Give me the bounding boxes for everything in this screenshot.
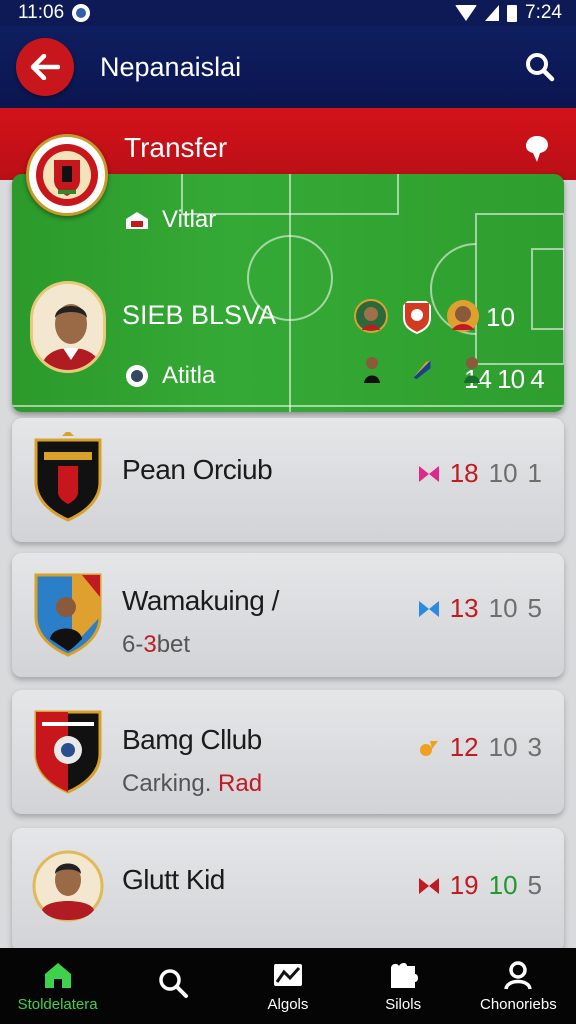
shield-crest-icon: [34, 710, 102, 794]
status-clock: 7:24: [525, 2, 562, 23]
club-card[interactable]: Wamakuing / 6-3bet 13 10 5: [12, 553, 564, 677]
club-name: Glutt Kid: [122, 864, 225, 895]
club-subtitle: 6-3bet: [122, 631, 191, 658]
arrow-left-icon: [30, 54, 60, 80]
featured-player-name: SIEB BLSVA: [122, 300, 277, 330]
stat-value: 12: [449, 732, 479, 762]
club-badge-icon: [354, 299, 388, 333]
nav-item-home[interactable]: Stoldelatera: [0, 960, 115, 1013]
search-icon: [159, 969, 188, 998]
nav-item-stats[interactable]: Algols: [230, 960, 345, 1013]
back-button[interactable]: [16, 38, 74, 96]
club-card[interactable]: Bamg Cllub Carking. Rad 12 10 3: [12, 690, 564, 814]
shield-crest-icon: [34, 573, 102, 657]
status-time: 11:06: [18, 2, 65, 23]
signal-icon: [485, 5, 500, 21]
nav-label: Stoldelatera: [17, 995, 98, 1013]
featured-team: Atitla: [162, 362, 216, 389]
profile-icon: [504, 960, 533, 990]
globe-icon: [126, 365, 148, 387]
club-badge-icon: [447, 300, 479, 332]
app-title: Nepanaislai: [100, 51, 242, 82]
stat-value: 18: [449, 458, 479, 488]
team-crest: [26, 134, 108, 216]
map-pin-icon[interactable]: [524, 134, 550, 169]
stat-value: 10: [488, 870, 518, 900]
featured-number: 10: [486, 302, 515, 332]
club-card[interactable]: Pean Orciub 18 10 1: [12, 418, 564, 542]
stat-value: 13: [449, 593, 479, 623]
player-avatar: [30, 281, 106, 373]
team-row: Atitla: [124, 362, 215, 390]
player-icon: [464, 357, 480, 383]
player-icon: [364, 357, 380, 383]
search-icon: [526, 53, 555, 82]
bowtie-icon: [418, 877, 439, 894]
venue-name: Vitlar: [162, 206, 217, 233]
status-bar: 11:06 7:24: [0, 0, 576, 26]
stat-value: 10: [488, 593, 518, 623]
nav-label: Algols: [267, 995, 309, 1013]
club-stats: 12 10 3: [418, 732, 542, 763]
club-stats: 13 10 5: [418, 593, 542, 624]
puzzle-icon: [391, 962, 419, 988]
wifi-icon: [455, 5, 478, 21]
nav-item-search[interactable]: [115, 967, 230, 1005]
bottom-nav: Stoldelatera Algols Silols Chonoriebs: [0, 948, 576, 1024]
swirl-icon: [419, 740, 438, 756]
bowtie-icon: [418, 600, 439, 617]
stat-value: 19: [449, 870, 479, 900]
club-name: Bamg Cllub: [122, 724, 262, 755]
stats-icon: [273, 963, 302, 986]
battery-icon: [507, 4, 518, 22]
stat-value: 10: [488, 458, 518, 488]
player-avatar: [32, 850, 104, 922]
bowtie-icon: [418, 465, 439, 482]
search-button[interactable]: [520, 47, 560, 87]
stat-value: 10: [488, 732, 518, 762]
club-badge-icon: [403, 301, 431, 334]
lineup-icons: [362, 354, 482, 384]
shield-crest-icon: [36, 144, 98, 206]
shield-crest-icon: [34, 432, 102, 522]
club-name: Wamakuing /: [122, 585, 279, 616]
stat-value: 5: [527, 593, 542, 623]
stadium-icon: [126, 212, 148, 229]
app-bar: Nepanaislai: [0, 26, 576, 108]
flag-icon: [413, 360, 431, 379]
app-notification-icon: [72, 4, 91, 22]
club-stats: 18 10 1: [418, 458, 542, 489]
club-card[interactable]: Glutt Kid 19 10 5: [12, 828, 564, 952]
transfer-title: Transfer: [124, 132, 228, 163]
stat-value: 3: [527, 732, 542, 762]
nav-label: Silols: [385, 995, 422, 1013]
nav-label: Chonoriebs: [479, 995, 557, 1013]
stat-value: 5: [527, 870, 542, 900]
nav-item-puzzle[interactable]: Silols: [346, 960, 461, 1013]
stat-value: 1: [527, 458, 542, 488]
mini-badges: [354, 298, 480, 334]
home-icon: [44, 962, 71, 988]
venue-row: Vitlar: [124, 206, 216, 234]
club-name: Pean Orciub: [122, 454, 273, 485]
club-subtitle: Carking. Rad: [122, 770, 263, 797]
nav-item-profile[interactable]: Chonoriebs: [461, 960, 576, 1013]
club-stats: 19 10 5: [418, 870, 542, 901]
